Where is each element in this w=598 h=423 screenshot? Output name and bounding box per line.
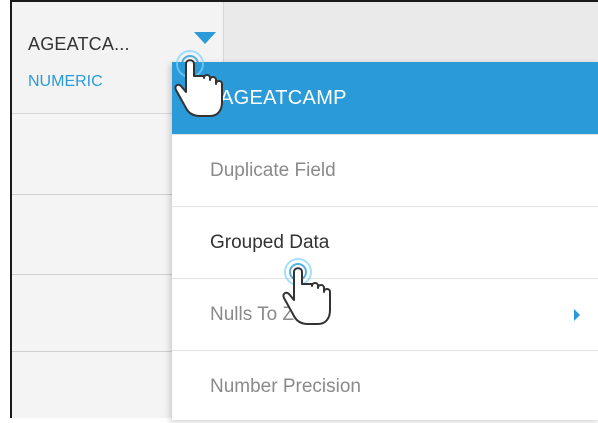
menu-item-label: Number Precision — [210, 376, 361, 397]
menu-item-label: Grouped Data — [210, 232, 330, 253]
row-divider — [12, 274, 172, 275]
hand-pointer-icon — [174, 50, 223, 117]
row-divider — [12, 194, 172, 195]
field-type: NUMERIC — [28, 73, 103, 90]
field-name: AGEATCA... — [28, 34, 130, 54]
table-view: AGEATCA... NUMERIC AGEATCAMP Duplicate F… — [10, 0, 598, 420]
submenu-arrow-icon — [574, 309, 580, 321]
menu-item-nulls-to-zero[interactable]: Nulls To Zero — [172, 278, 598, 350]
column-context-menu: AGEATCAMP Duplicate Field Grouped Data N… — [172, 62, 598, 420]
menu-item-grouped-data[interactable]: Grouped Data — [172, 206, 598, 278]
header-bar — [224, 2, 598, 63]
row-divider — [12, 351, 172, 352]
menu-item-label: Duplicate Field — [210, 160, 336, 181]
menu-item-duplicate-field[interactable]: Duplicate Field — [172, 134, 598, 206]
table-column-cells — [12, 114, 172, 418]
caret-down-icon[interactable] — [194, 32, 216, 44]
menu-item-number-precision[interactable]: Number Precision — [172, 350, 598, 422]
menu-title: AGEATCAMP — [172, 62, 598, 134]
hand-pointer-icon — [282, 258, 331, 325]
